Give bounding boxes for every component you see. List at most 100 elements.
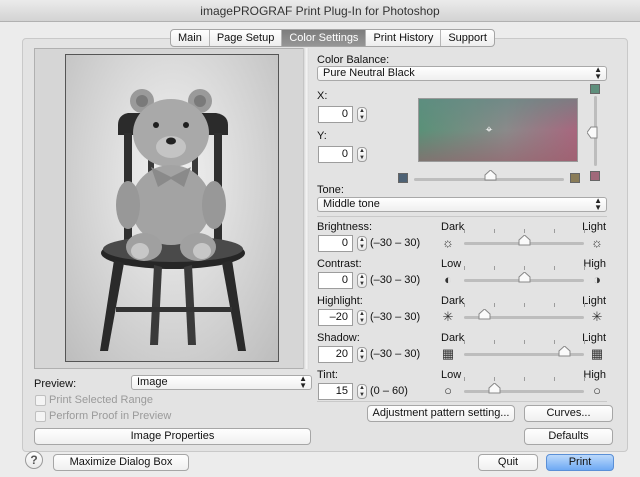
x-stepper[interactable]: ▲ ▼ bbox=[357, 107, 367, 122]
separator bbox=[317, 401, 607, 402]
tint-stepper[interactable]: ▲ ▼ bbox=[357, 384, 367, 399]
contrast-high-label: High bbox=[583, 258, 606, 270]
slider-tick bbox=[584, 377, 585, 381]
slider-tick bbox=[554, 229, 555, 233]
slider-tick bbox=[524, 377, 525, 381]
x-slider-knob[interactable] bbox=[484, 170, 497, 181]
y-field[interactable]: 0 bbox=[318, 146, 353, 163]
shadow-slider-knob[interactable] bbox=[558, 346, 571, 357]
slider-tick bbox=[524, 229, 525, 233]
contrast-field[interactable]: 0 bbox=[318, 272, 353, 289]
perform-proof-checkbox[interactable] bbox=[35, 411, 46, 422]
slider-tick bbox=[554, 303, 555, 307]
maximize-dialog-button[interactable]: Maximize Dialog Box bbox=[53, 454, 189, 471]
defaults-button[interactable]: Defaults bbox=[524, 428, 613, 445]
tint-low-icon: ○ bbox=[444, 383, 452, 398]
slider-tick bbox=[464, 340, 465, 344]
slider-tick bbox=[554, 340, 555, 344]
shadow-field[interactable]: 20 bbox=[318, 346, 353, 363]
tab-print-history[interactable]: Print History bbox=[366, 30, 442, 46]
preview-select-value: Image bbox=[137, 376, 168, 388]
brightness-range: (–30 – 30) bbox=[370, 237, 421, 249]
brightness-low-label: Dark bbox=[441, 221, 465, 233]
tint-label: Tint: bbox=[317, 369, 338, 381]
highlight-slider-knob[interactable] bbox=[478, 309, 491, 320]
left-color-swatch bbox=[398, 173, 408, 183]
brightness-slider-knob[interactable] bbox=[518, 235, 531, 246]
preview-label: Preview: bbox=[34, 378, 77, 390]
preview-image bbox=[65, 54, 279, 362]
slider-tick bbox=[524, 340, 525, 344]
highlight-high-label: Light bbox=[582, 295, 606, 307]
contrast-slider-knob[interactable] bbox=[518, 272, 531, 283]
tint-slider-track[interactable] bbox=[464, 390, 584, 393]
curves-button[interactable]: Curves... bbox=[524, 405, 613, 422]
print-button[interactable]: Print bbox=[546, 454, 614, 471]
print-selected-range-checkbox[interactable] bbox=[35, 395, 46, 406]
perform-proof-label: Perform Proof in Preview bbox=[49, 410, 172, 422]
slider-tick bbox=[494, 303, 495, 307]
slider-tick bbox=[524, 303, 525, 307]
slider-tick bbox=[494, 229, 495, 233]
window-title: imagePROGRAF Print Plug-In for Photoshop bbox=[0, 0, 640, 22]
shadow-stepper[interactable]: ▲ ▼ bbox=[357, 347, 367, 362]
tone-select[interactable]: Middle tone ▲ ▼ bbox=[317, 197, 607, 212]
image-properties-button[interactable]: Image Properties bbox=[34, 428, 311, 445]
contrast-label: Contrast: bbox=[317, 258, 362, 270]
slider-tick bbox=[464, 229, 465, 233]
contrast-high-icon: ◑ bbox=[593, 272, 601, 287]
separator bbox=[317, 216, 607, 217]
contrast-low-icon: ◐ bbox=[444, 272, 452, 287]
color-balance-grid[interactable] bbox=[418, 98, 578, 162]
brightness-label: Brightness: bbox=[317, 221, 373, 233]
color-balance-select[interactable]: Pure Neutral Black ▲ ▼ bbox=[317, 66, 607, 81]
brightness-field[interactable]: 0 bbox=[318, 235, 353, 252]
slider-tick bbox=[494, 266, 495, 270]
tab-bar: Main Page Setup Color Settings Print His… bbox=[170, 29, 495, 47]
highlight-low-label: Dark bbox=[441, 295, 465, 307]
highlight-stepper[interactable]: ▲ ▼ bbox=[357, 310, 367, 325]
y-stepper[interactable]: ▲ ▼ bbox=[357, 147, 367, 162]
sun-dim-icon: ☼ bbox=[442, 235, 454, 250]
slider-tick bbox=[584, 266, 585, 270]
panel-divider[interactable] bbox=[303, 48, 309, 369]
highlight-light-icon: ✳ bbox=[591, 309, 603, 324]
highlight-field[interactable]: –20 bbox=[318, 309, 353, 326]
slider-tick bbox=[524, 266, 525, 270]
adjustment-pattern-button[interactable]: Adjustment pattern setting... bbox=[367, 405, 515, 422]
shadow-high-label: Light bbox=[582, 332, 606, 344]
y-label: Y: bbox=[317, 130, 327, 142]
color-balance-value: Pure Neutral Black bbox=[323, 67, 415, 79]
slider-tick bbox=[554, 377, 555, 381]
tint-range: (0 – 60) bbox=[370, 385, 408, 397]
preview-select[interactable]: Image ▲ ▼ bbox=[131, 375, 312, 390]
tab-support[interactable]: Support bbox=[441, 30, 494, 46]
updown-arrow-icon: ▲ ▼ bbox=[594, 65, 602, 81]
tone-value: Middle tone bbox=[323, 198, 380, 210]
x-label: X: bbox=[317, 90, 328, 102]
color-balance-label: Color Balance: bbox=[317, 54, 390, 66]
contrast-stepper[interactable]: ▲ ▼ bbox=[357, 273, 367, 288]
slider-tick bbox=[584, 229, 585, 233]
y-slider-knob[interactable] bbox=[586, 126, 598, 139]
tone-label: Tone: bbox=[317, 184, 344, 196]
tint-slider-knob[interactable] bbox=[488, 383, 501, 394]
sun-bright-icon: ☼ bbox=[591, 235, 603, 250]
quit-button[interactable]: Quit bbox=[478, 454, 538, 471]
shadow-range: (–30 – 30) bbox=[370, 348, 421, 360]
contrast-low-label: Low bbox=[441, 258, 462, 270]
x-field[interactable]: 0 bbox=[318, 106, 353, 123]
slider-tick bbox=[584, 340, 585, 344]
tab-page-setup[interactable]: Page Setup bbox=[210, 30, 283, 46]
tint-low-label: Low bbox=[441, 369, 462, 381]
tab-main[interactable]: Main bbox=[171, 30, 210, 46]
slider-tick bbox=[494, 340, 495, 344]
shadow-dark-icon: ▦ bbox=[441, 346, 455, 361]
highlight-label: Highlight: bbox=[317, 295, 363, 307]
bottom-right-color-swatch bbox=[590, 171, 600, 181]
help-button[interactable]: ? bbox=[25, 451, 43, 469]
tab-color-settings[interactable]: Color Settings bbox=[282, 30, 367, 46]
brightness-stepper[interactable]: ▲ ▼ bbox=[357, 236, 367, 251]
tint-field[interactable]: 15 bbox=[318, 383, 353, 400]
crosshair-icon[interactable]: ⌖ bbox=[483, 123, 495, 135]
